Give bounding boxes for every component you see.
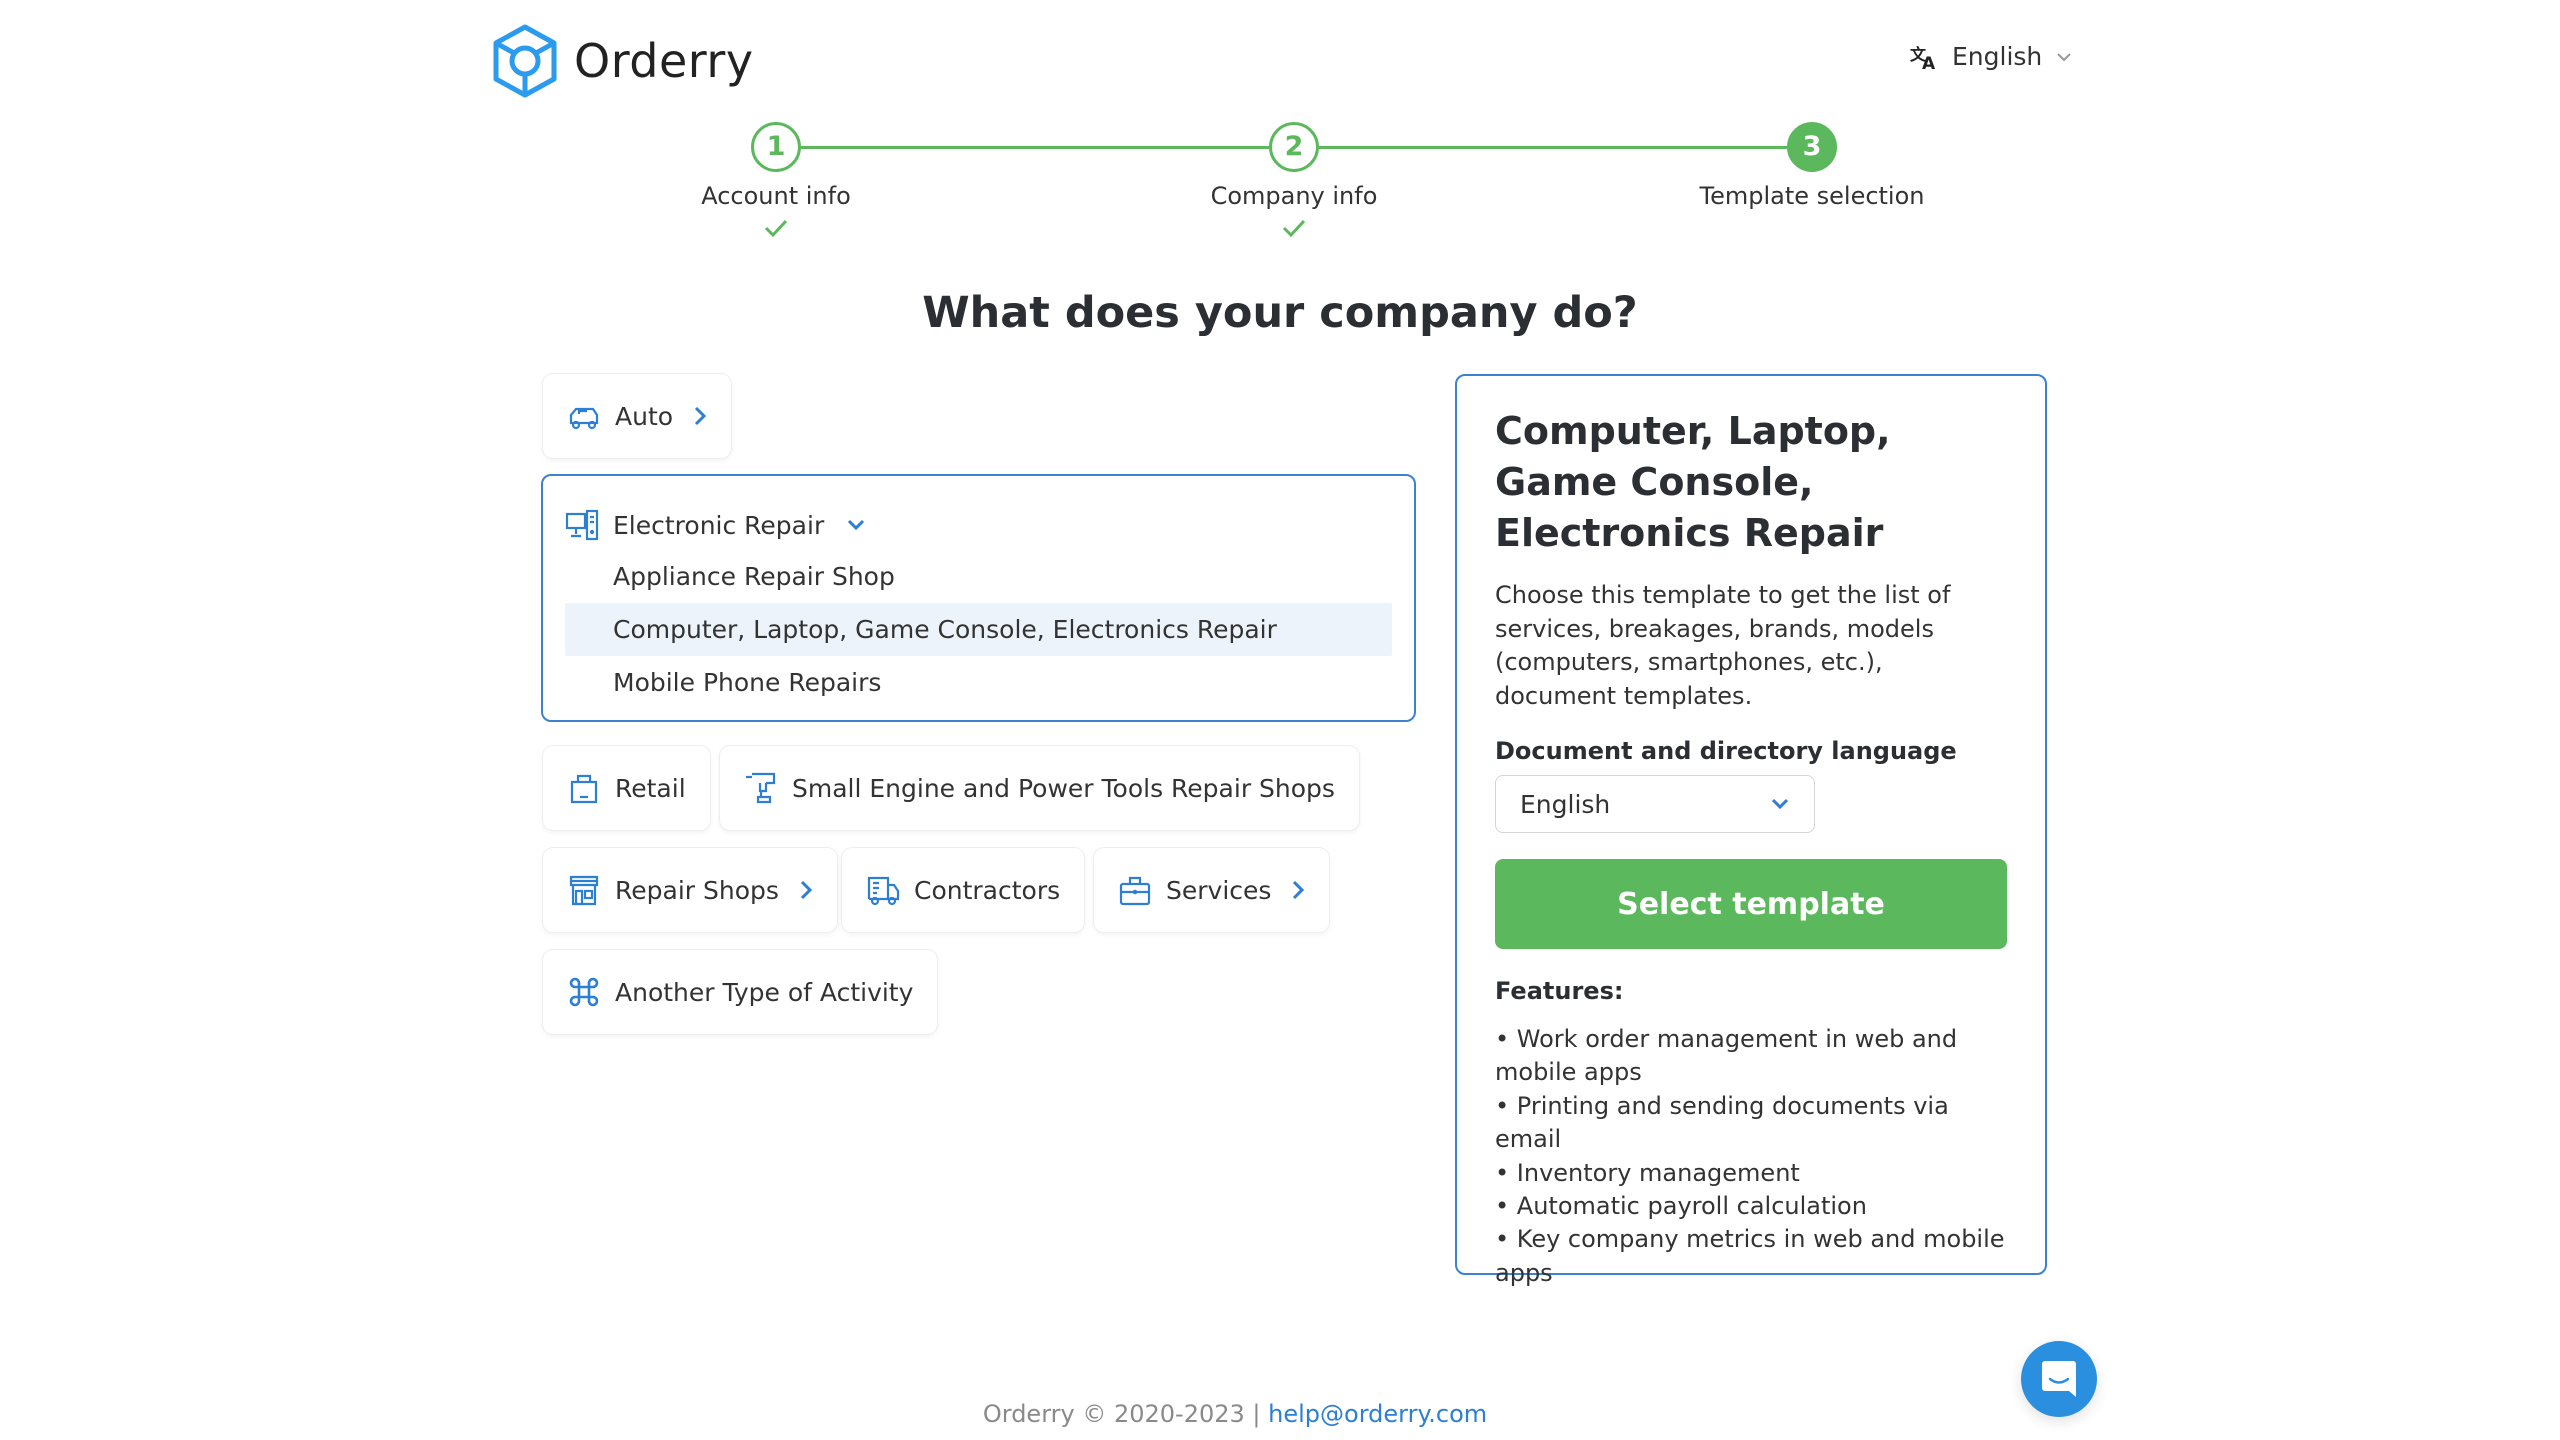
step-company-info[interactable]: 2 Company info [1144, 122, 1444, 242]
feature-item: • Key company metrics in web and mobile … [1495, 1225, 2005, 1287]
chevron-right-icon [800, 880, 813, 900]
chat-support-button[interactable] [2021, 1341, 2097, 1417]
subcategory-computer-repair[interactable]: Computer, Laptop, Game Console, Electron… [565, 603, 1392, 656]
category-electronic-repair: Electronic Repair Appliance Repair Shop … [541, 474, 1416, 722]
template-title: Computer, Laptop, Game Console, Electron… [1495, 409, 1891, 555]
chevron-down-icon [2057, 52, 2071, 61]
drill-icon [746, 772, 776, 804]
template-details-card: Computer, Laptop, Game Console, Electron… [1455, 374, 2047, 1287]
category-auto[interactable]: Auto [543, 374, 732, 458]
chevron-right-icon [1293, 880, 1305, 900]
language-label: English [1952, 42, 2043, 71]
chat-bubble-icon [2042, 1361, 2076, 1397]
category-label: Contractors [914, 875, 1061, 905]
copyright-text: Orderry © 2020-2023 | [982, 1400, 1269, 1428]
page-title: What does your company do? [922, 288, 1638, 338]
select-template-button[interactable]: Select template [1495, 859, 2007, 949]
chevron-down-icon [848, 519, 865, 531]
category-label: Another Type of Activity [615, 977, 914, 1007]
document-language-select[interactable]: English [1495, 775, 1815, 833]
truck-icon [867, 876, 900, 906]
subcategory-appliance-repair[interactable]: Appliance Repair Shop [565, 550, 1392, 603]
progress-stepper: 1 Account info 2 Company info 3 Template… [0, 122, 2560, 242]
step-label: Company info [1210, 182, 1378, 210]
category-another-type[interactable]: Another Type of Activity [543, 950, 938, 1034]
step-label: Template selection [1699, 182, 1925, 210]
feature-item: • Printing and sending documents via ema… [1495, 1091, 1949, 1154]
category-label: Small Engine and Power Tools Repair Shop… [792, 773, 1335, 803]
selected-language: English [1520, 789, 1611, 819]
category-label: Auto [615, 401, 674, 431]
features-heading: Features: [1495, 977, 1624, 1005]
category-label: Services [1166, 875, 1272, 905]
language-field-label: Document and directory language [1495, 737, 1957, 765]
translate-icon: 文 A [1910, 45, 1936, 70]
category-contractors[interactable]: Contractors [842, 848, 1085, 932]
template-description: Choose this template to get the list of … [1495, 581, 1951, 710]
step-number: 1 [751, 122, 801, 172]
electronic-repair-header[interactable]: Electronic Repair [543, 476, 1414, 550]
category-label: Retail [615, 773, 686, 803]
step-number: 2 [1269, 122, 1319, 172]
category-label: Repair Shops [615, 875, 779, 905]
footer: Orderry © 2020-2023 | help@orderry.com [0, 1400, 2470, 1428]
features-list: • Work order management in web and mobil… [1495, 1023, 2007, 1290]
category-retail[interactable]: Retail [543, 746, 710, 830]
storefront-icon [569, 875, 599, 906]
shopping-bag-icon [570, 774, 598, 804]
chevron-down-icon [1771, 798, 1789, 810]
chevron-right-icon [694, 406, 707, 426]
briefcase-icon [1119, 876, 1151, 906]
feature-item: • Automatic payroll calculation [1495, 1192, 1867, 1221]
step-number: 3 [1787, 122, 1837, 172]
category-small-engine[interactable]: Small Engine and Power Tools Repair Shop… [720, 746, 1359, 830]
brand-name: Orderry [574, 34, 754, 88]
hexagon-logo-icon [493, 24, 557, 98]
computer-icon [565, 509, 599, 541]
car-icon [569, 407, 599, 430]
subcategory-mobile-phone-repairs[interactable]: Mobile Phone Repairs [565, 656, 1392, 709]
category-repair-shops[interactable]: Repair Shops [543, 848, 837, 932]
support-email-link[interactable]: help@orderry.com [1268, 1400, 1487, 1428]
step-template-selection: 3 Template selection [1662, 122, 1962, 210]
svg-text:A: A [1922, 54, 1936, 70]
feature-item: • Inventory management [1495, 1158, 1800, 1187]
checkmark-icon [1282, 219, 1306, 238]
step-account-info[interactable]: 1 Account info [626, 122, 926, 242]
command-icon [569, 977, 599, 1007]
category-services[interactable]: Services [1094, 848, 1330, 932]
checkmark-icon [764, 219, 788, 238]
feature-item: • Work order management in web and mobil… [1495, 1025, 1958, 1087]
category-label: Electronic Repair [613, 510, 825, 540]
step-label: Account info [701, 182, 851, 210]
orderry-logo[interactable]: Orderry [492, 24, 754, 98]
language-switcher[interactable]: 文 A English [1910, 42, 2072, 71]
